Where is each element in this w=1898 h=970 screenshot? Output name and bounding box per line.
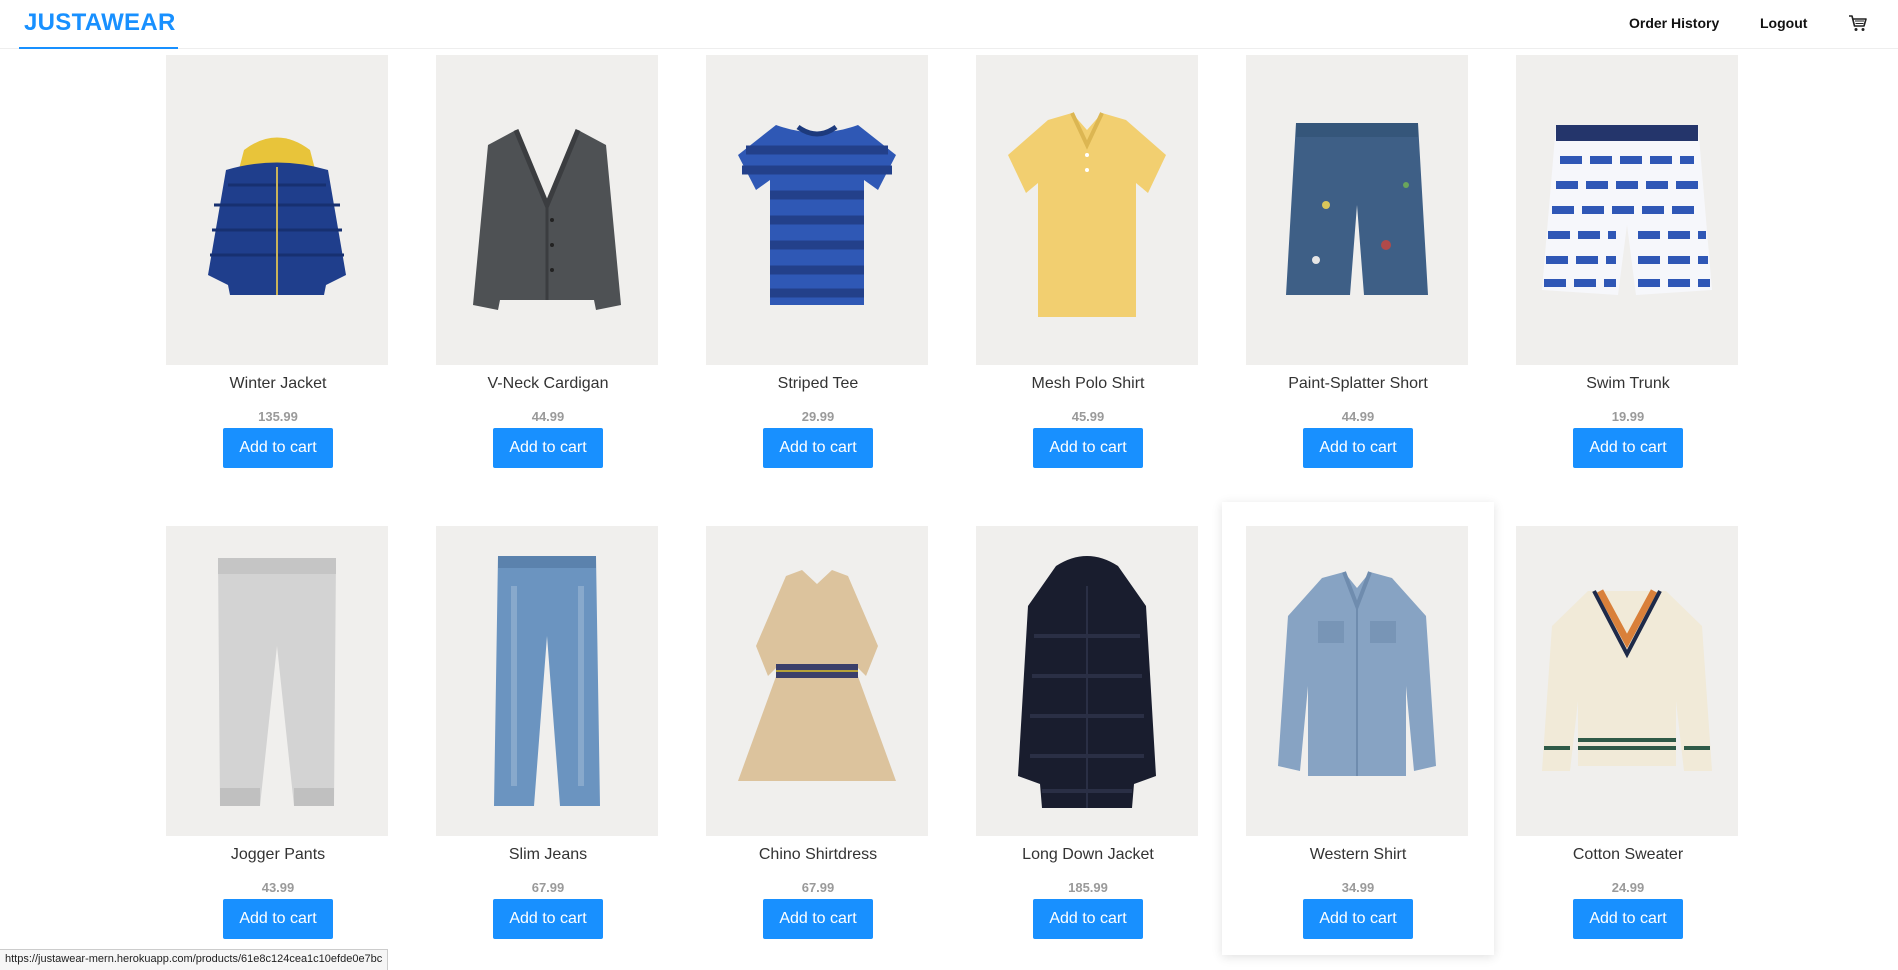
product-name[interactable]: Winter Jacket: [142, 375, 414, 393]
product-name[interactable]: Chino Shirtdress: [682, 846, 954, 864]
long-down-jacket-image: [1018, 556, 1156, 808]
product-image[interactable]: [1246, 526, 1468, 836]
product-image[interactable]: [166, 55, 388, 365]
cream-sweater-image: [1542, 589, 1712, 771]
gray-jogger-image: [218, 558, 336, 806]
product-image[interactable]: [976, 526, 1198, 836]
shopping-cart-icon[interactable]: [1848, 13, 1868, 33]
product-price: 34.99: [1341, 880, 1375, 895]
denim-shorts-image: [1286, 123, 1428, 295]
add-to-cart-button[interactable]: Add to cart: [1033, 899, 1143, 939]
product-price: 19.99: [1611, 409, 1645, 424]
add-to-cart-button[interactable]: Add to cart: [223, 899, 333, 939]
product-card: Swim Trunk 19.99 Add to cart: [1492, 31, 1764, 484]
product-name[interactable]: Paint-Splatter Short: [1222, 375, 1494, 393]
light-jeans-image: [494, 556, 600, 806]
add-to-cart-button[interactable]: Add to cart: [223, 428, 333, 468]
gray-cardigan-image: [473, 129, 621, 310]
product-card: Winter Jacket 135.99 Add to cart: [142, 31, 414, 484]
product-name[interactable]: V-Neck Cardigan: [412, 375, 684, 393]
product-card: Striped Tee 29.99 Add to cart: [682, 31, 954, 484]
product-name[interactable]: Cotton Sweater: [1492, 846, 1764, 864]
product-card: Slim Jeans 67.99 Add to cart: [412, 502, 684, 955]
product-price: 67.99: [531, 880, 565, 895]
product-price: 29.99: [801, 409, 835, 424]
link-status-bar: https://justawear-mern.herokuapp.com/pro…: [0, 949, 389, 970]
product-image[interactable]: [436, 526, 658, 836]
swim-trunk-image: [1542, 125, 1712, 295]
product-card: Long Down Jacket 185.99 Add to cart: [952, 502, 1224, 955]
product-image[interactable]: [1516, 55, 1738, 365]
product-card: Cotton Sweater 24.99 Add to cart: [1492, 502, 1764, 955]
product-image[interactable]: [166, 526, 388, 836]
product-name[interactable]: Jogger Pants: [142, 846, 414, 864]
add-to-cart-button[interactable]: Add to cart: [493, 899, 603, 939]
add-to-cart-button[interactable]: Add to cart: [1573, 428, 1683, 468]
product-card: Mesh Polo Shirt 45.99 Add to cart: [952, 31, 1224, 484]
product-name[interactable]: Slim Jeans: [412, 846, 684, 864]
product-price: 44.99: [531, 409, 565, 424]
order-history-link[interactable]: Order History: [1629, 15, 1719, 31]
add-to-cart-button[interactable]: Add to cart: [763, 899, 873, 939]
product-image[interactable]: [1516, 526, 1738, 836]
navy-puffer-jacket-image: [208, 137, 346, 295]
product-image[interactable]: [706, 526, 928, 836]
product-name[interactable]: Western Shirt: [1222, 846, 1494, 864]
product-card: Jogger Pants 43.99 Add to cart: [142, 502, 414, 955]
tan-shirtdress-image: [738, 570, 896, 781]
product-image[interactable]: [436, 55, 658, 365]
product-card: Western Shirt 34.99 Add to cart: [1222, 502, 1494, 955]
product-price: 185.99: [1068, 880, 1108, 895]
product-name[interactable]: Long Down Jacket: [952, 846, 1224, 864]
product-price: 43.99: [261, 880, 295, 895]
product-name[interactable]: Swim Trunk: [1492, 375, 1764, 393]
striped-tee-image: [738, 124, 896, 305]
add-to-cart-button[interactable]: Add to cart: [1033, 428, 1143, 468]
add-to-cart-button[interactable]: Add to cart: [1573, 899, 1683, 939]
product-card: Chino Shirtdress 67.99 Add to cart: [682, 502, 954, 955]
product-price: 135.99: [258, 409, 298, 424]
product-card: Paint-Splatter Short 44.99 Add to cart: [1222, 31, 1494, 484]
product-image[interactable]: [1246, 55, 1468, 365]
product-name[interactable]: Mesh Polo Shirt: [952, 375, 1224, 393]
logout-link[interactable]: Logout: [1760, 15, 1807, 31]
add-to-cart-button[interactable]: Add to cart: [1303, 428, 1413, 468]
yellow-polo-image: [1008, 112, 1166, 317]
add-to-cart-button[interactable]: Add to cart: [1303, 899, 1413, 939]
add-to-cart-button[interactable]: Add to cart: [763, 428, 873, 468]
product-price: 67.99: [801, 880, 835, 895]
add-to-cart-button[interactable]: Add to cart: [493, 428, 603, 468]
western-shirt-image: [1278, 571, 1436, 776]
product-price: 45.99: [1071, 409, 1105, 424]
product-image[interactable]: [706, 55, 928, 365]
product-price: 24.99: [1611, 880, 1645, 895]
product-price: 44.99: [1341, 409, 1375, 424]
product-name[interactable]: Striped Tee: [682, 375, 954, 393]
product-image[interactable]: [976, 55, 1198, 365]
product-card: V-Neck Cardigan 44.99 Add to cart: [412, 31, 684, 484]
